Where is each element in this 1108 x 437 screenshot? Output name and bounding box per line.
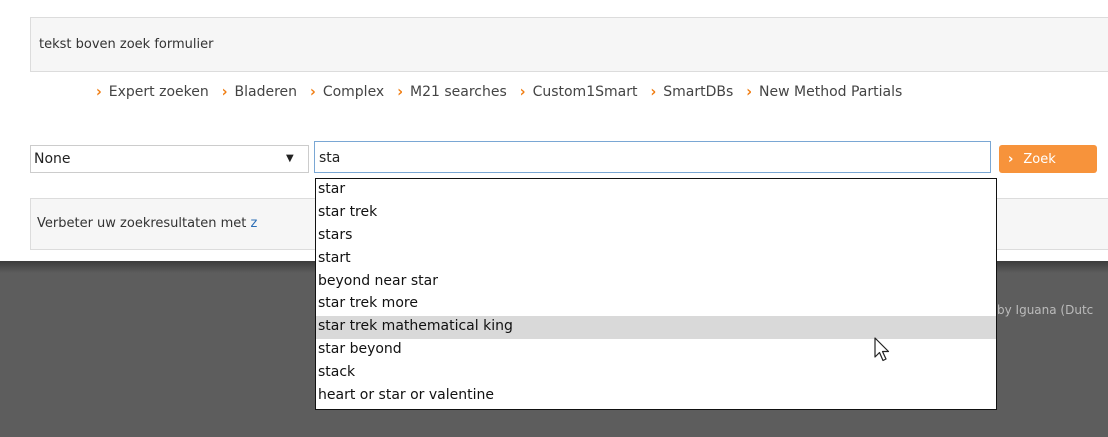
nav-item-label: SmartDBs xyxy=(663,84,734,100)
nav-item-label: Bladeren xyxy=(234,84,298,100)
mouse-pointer-icon xyxy=(874,337,890,362)
autocomplete-item[interactable]: star trek more xyxy=(316,293,996,316)
nav-item-label: Complex xyxy=(322,84,385,100)
chevron-right-icon: › xyxy=(1008,151,1014,167)
footer-credit: by Iguana (Dutc xyxy=(997,303,1094,317)
autocomplete-item-highlighted[interactable]: star trek mathematical king xyxy=(316,316,996,340)
nav-item-label: Custom1Smart xyxy=(532,84,638,100)
nav-item-m21-searches[interactable]: › M21 searches xyxy=(397,83,507,101)
info-text-prefix: Verbeter uw zoekresultaten met xyxy=(37,216,251,231)
autocomplete-item[interactable]: heart or star or valentine xyxy=(316,385,996,408)
chevron-right-icon: › xyxy=(310,83,316,101)
autocomplete-item[interactable]: start xyxy=(316,248,996,271)
autocomplete-item[interactable]: stack xyxy=(316,362,996,385)
search-button[interactable]: › Zoek xyxy=(999,145,1097,173)
nav-item-custom1smart[interactable]: › Custom1Smart xyxy=(519,83,638,101)
autocomplete-item[interactable]: star trek xyxy=(316,202,996,225)
info-link[interactable]: z xyxy=(250,216,257,231)
nav-item-expert-zoeken[interactable]: › Expert zoeken xyxy=(96,83,209,101)
chevron-right-icon: › xyxy=(746,83,753,101)
database-select[interactable]: None ▼ xyxy=(30,145,309,173)
nav-item-new-method-partials[interactable]: › New Method Partials xyxy=(746,83,903,101)
nav-item-smartdbs[interactable]: › SmartDBs xyxy=(650,83,734,101)
search-nav: › Expert zoeken › Bladeren › Complex › M… xyxy=(96,83,915,101)
nav-item-bladeren[interactable]: › Bladeren xyxy=(221,83,298,101)
chevron-right-icon: › xyxy=(96,83,102,101)
autocomplete-item[interactable]: beyond near star xyxy=(316,271,996,294)
chevron-right-icon: › xyxy=(397,83,404,101)
chevron-right-icon: › xyxy=(221,83,228,101)
autocomplete-item[interactable]: stars xyxy=(316,225,996,248)
chevron-right-icon: › xyxy=(650,83,657,101)
search-button-label: Zoek xyxy=(1023,151,1056,167)
nav-item-label: M21 searches xyxy=(410,84,507,100)
select-value: None xyxy=(34,151,71,167)
info-text: Verbeter uw zoekresultaten met z xyxy=(37,216,257,231)
header-text: tekst boven zoek formulier xyxy=(39,37,214,52)
autocomplete-item[interactable]: star xyxy=(316,179,996,202)
autocomplete-item[interactable]: star beyond xyxy=(316,339,996,362)
nav-item-label: New Method Partials xyxy=(759,84,903,100)
autocomplete-dropdown: star star trek stars start beyond near s… xyxy=(315,178,997,410)
search-input[interactable] xyxy=(314,141,991,173)
header-box: tekst boven zoek formulier xyxy=(30,17,1108,72)
dropdown-arrow-icon: ▼ xyxy=(286,153,294,164)
chevron-right-icon: › xyxy=(519,83,526,101)
nav-item-label: Expert zoeken xyxy=(108,84,209,100)
nav-item-complex[interactable]: › Complex xyxy=(310,83,385,101)
